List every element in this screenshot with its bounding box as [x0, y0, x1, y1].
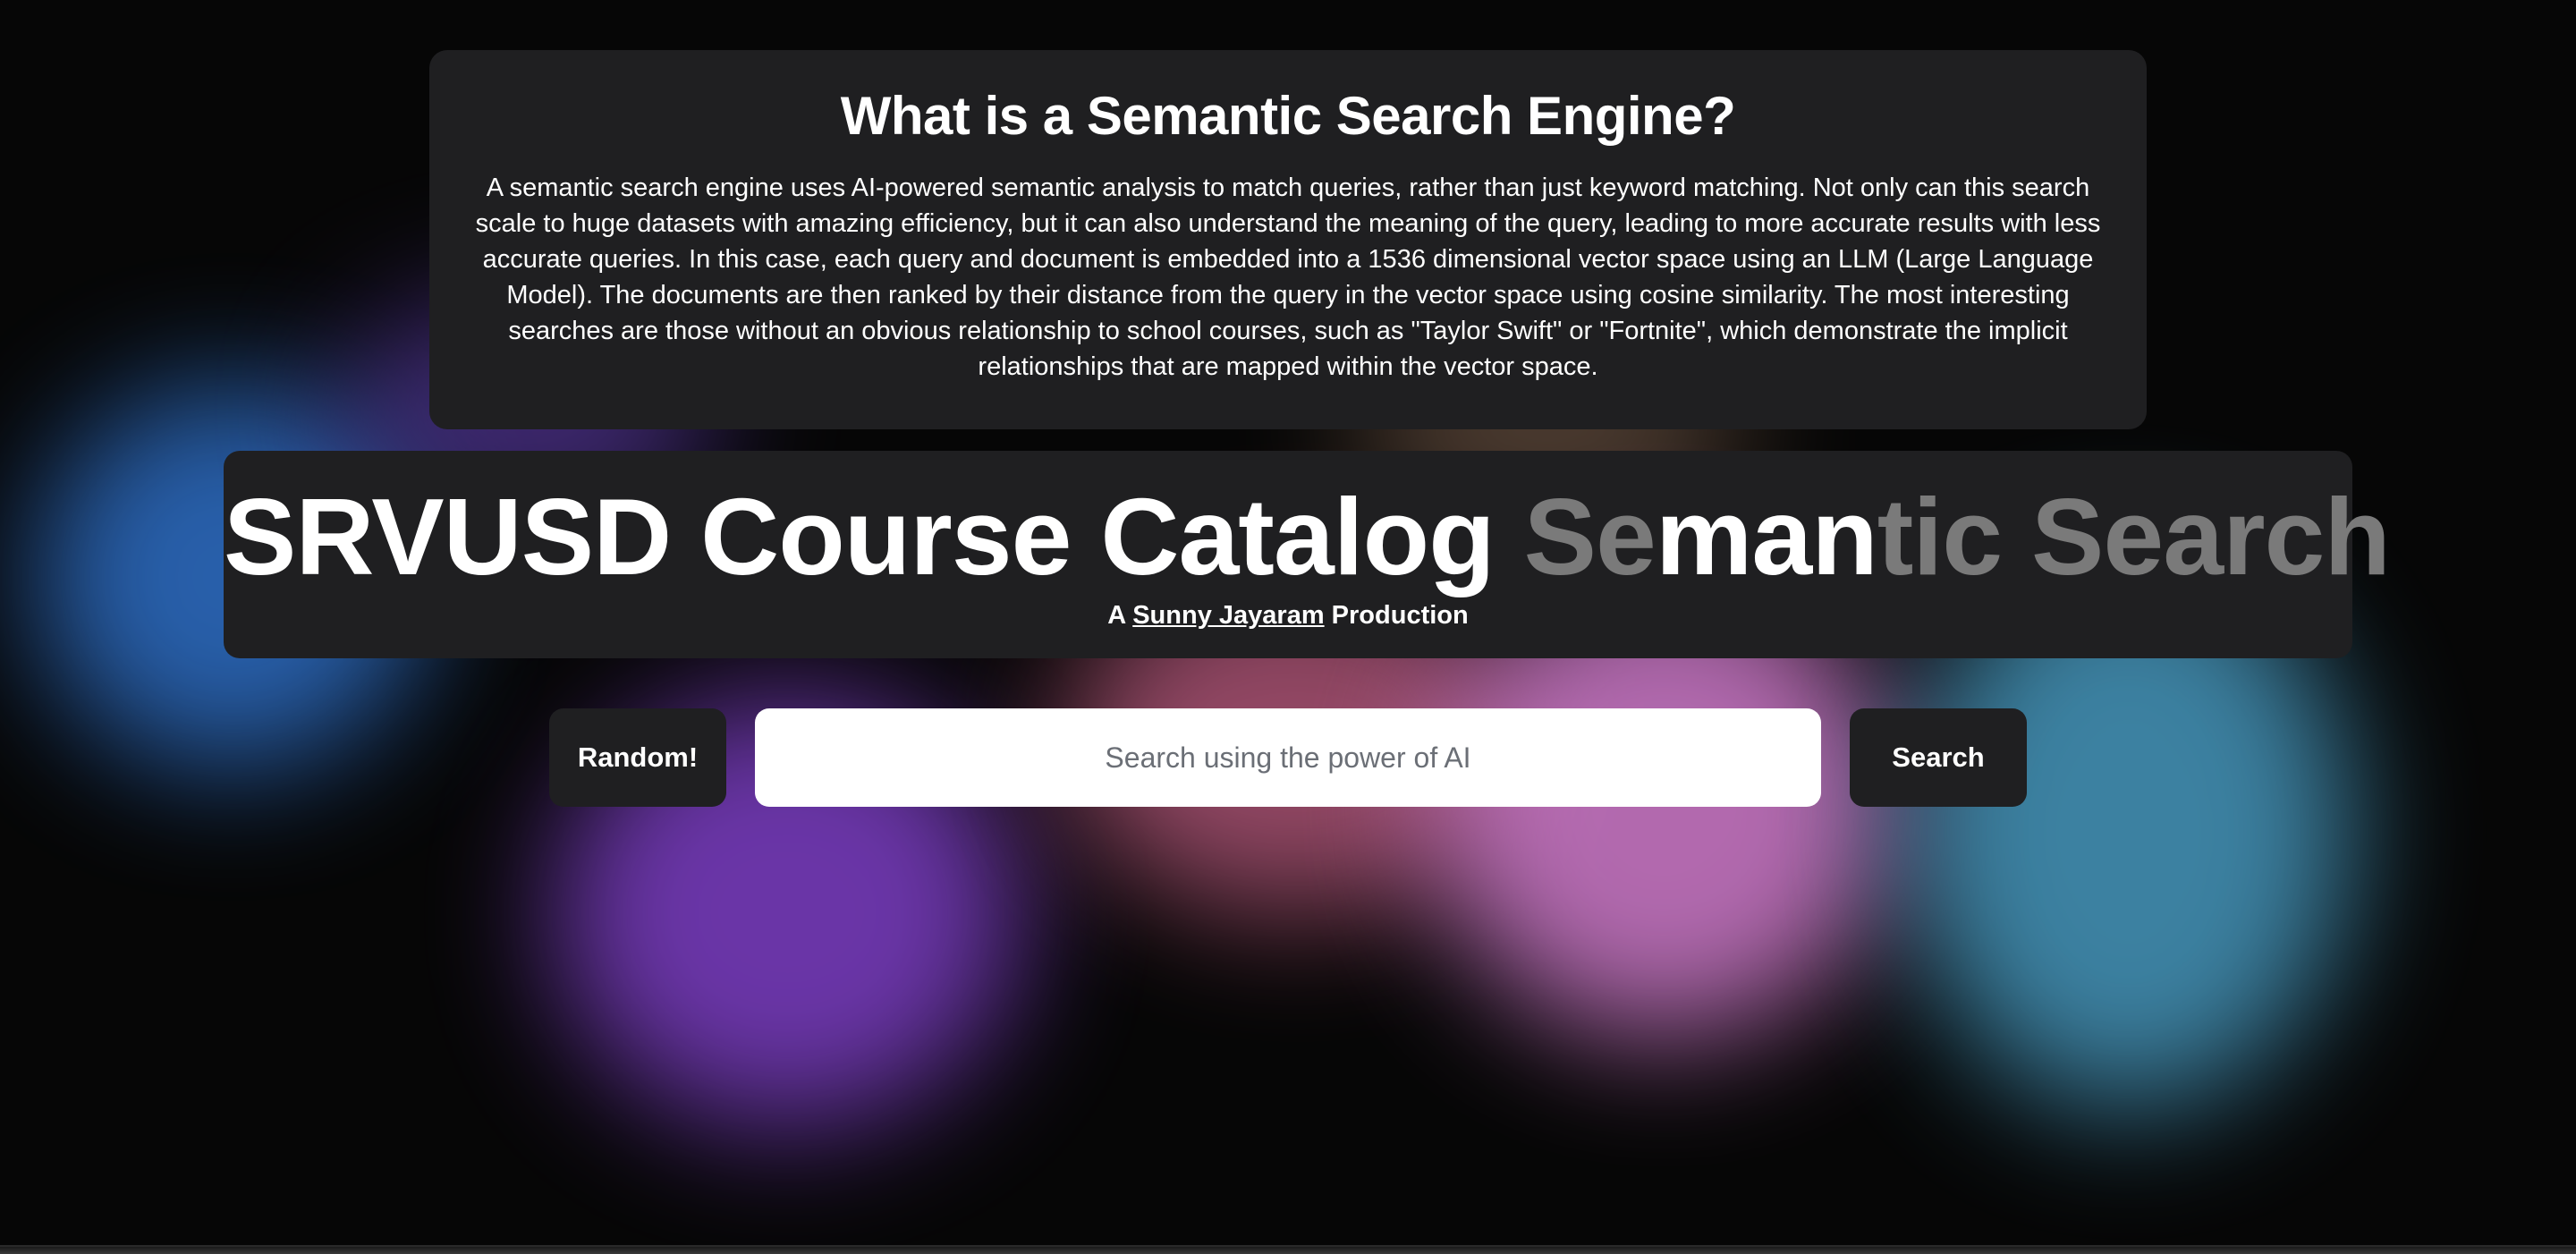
search-input[interactable] [755, 708, 1821, 807]
search-button[interactable]: Search [1850, 708, 2027, 807]
title-card: SRVUSD Course Catalog Semantic Search A … [224, 451, 2391, 658]
subtitle-suffix: Production [1331, 601, 1469, 630]
info-card: What is a Semantic Search Engine? A sema… [429, 50, 2147, 429]
title-part-dim-2: tic Search [1877, 476, 2391, 597]
page: What is a Semantic Search Engine? A sema… [0, 0, 2576, 1254]
title-part-dim-1: Se [1523, 476, 1657, 597]
info-title: What is a Semantic Search Engine? [840, 86, 1736, 146]
title-part-highlight: man [1655, 476, 1878, 597]
title-main: SRVUSD Course Catalog [224, 476, 1496, 597]
author-link[interactable]: Sunny Jayaram [1132, 601, 1324, 630]
info-description: A semantic search engine uses AI-powered… [475, 174, 2101, 381]
subtitle: A Sunny Jayaram Production [224, 599, 2352, 631]
window-bottom-edge [0, 1247, 2576, 1254]
page-title: SRVUSD Course Catalog Semantic Search [224, 474, 2391, 599]
random-button[interactable]: Random! [549, 708, 726, 807]
subtitle-prefix: A [1107, 601, 1126, 630]
